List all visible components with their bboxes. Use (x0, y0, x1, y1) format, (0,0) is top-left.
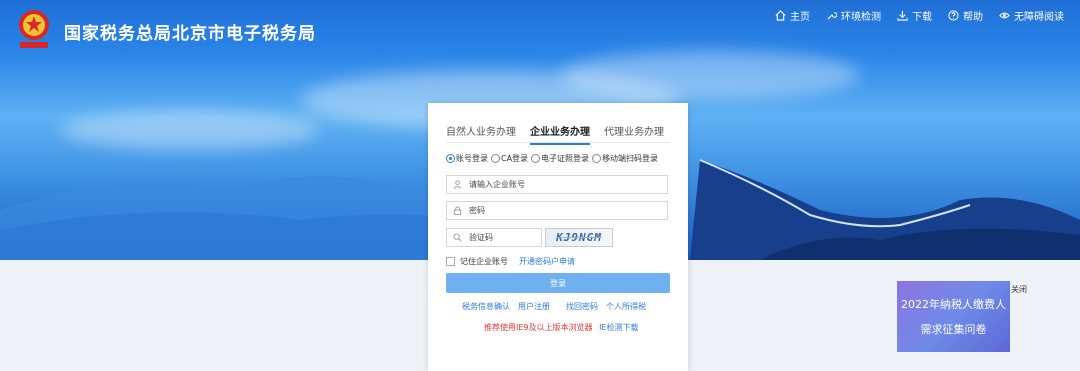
radio-dot (491, 154, 500, 163)
lock-icon (453, 206, 462, 215)
nav-download[interactable]: 下载 (897, 8, 932, 23)
download-icon (897, 10, 908, 21)
survey-close-button[interactable]: 关闭 (1011, 284, 1027, 295)
survey-line-1: 2022年纳税人缴费人 (901, 298, 1006, 311)
radio-qr-login-label: 移动端扫码登录 (602, 154, 659, 163)
nav-home[interactable]: 主页 (775, 8, 810, 23)
personal-income-tax-link[interactable]: 个人所得税 (606, 301, 646, 312)
remember-label: 记住企业账号 (460, 257, 508, 266)
radio-e-license-login-label: 电子证照登录 (541, 154, 590, 163)
login-card: 自然人业务办理 企业业务办理 代理业务办理 账号登录 CA登录 电子证照登录 移… (428, 103, 688, 371)
captcha-text: KJ9NGM (556, 231, 602, 244)
password-field (446, 201, 668, 220)
tax-info-confirm-link[interactable]: 税务信息确认 (462, 301, 510, 312)
nav-help-label: 帮助 (963, 12, 983, 23)
captcha-field (446, 228, 542, 247)
radio-ca-login-label: CA登录 (501, 154, 529, 163)
wrench-icon (827, 12, 837, 20)
tax-emblem-logo (19, 10, 49, 48)
user-icon (453, 180, 462, 189)
remember-row: 记住企业账号 开通密码户申请 (446, 256, 575, 267)
radio-dot (446, 154, 455, 163)
remember-checkbox[interactable] (446, 257, 455, 266)
radio-qr-login[interactable]: 移动端扫码登录 (592, 153, 658, 164)
nav-accessibility-label: 无障碍阅读 (1014, 12, 1064, 23)
help-icon (948, 10, 959, 21)
recover-password-link[interactable]: 找回密码 (566, 301, 598, 312)
radio-ca-login[interactable]: CA登录 (491, 153, 528, 164)
apply-password-link[interactable]: 开通密码户申请 (519, 256, 575, 267)
top-header: 国家税务总局北京市电子税务局 主页 环境检测 下载 帮助 无障碍阅读 (0, 0, 1080, 62)
radio-dot (592, 154, 602, 163)
browser-recommendation: 推荐使用IE9及以上版本浏览器 IE检测下载 (484, 322, 638, 333)
radio-account-login[interactable]: 账号登录 (446, 153, 488, 164)
radio-e-license-login[interactable]: 电子证照登录 (531, 153, 589, 164)
login-method-group: 账号登录 CA登录 电子证照登录 移动端扫码登录 (446, 153, 658, 164)
nav-home-label: 主页 (790, 12, 810, 23)
ie-check-download-link[interactable]: IE检测下载 (599, 323, 638, 332)
nav-environment-check[interactable]: 环境检测 (826, 8, 881, 23)
nav-accessibility[interactable]: 无障碍阅读 (999, 8, 1064, 23)
login-button[interactable]: 登录 (446, 273, 670, 293)
search-icon (453, 233, 462, 242)
nav-environment-check-label: 环境检测 (841, 12, 881, 23)
account-field (446, 175, 668, 194)
captcha-input[interactable] (467, 232, 531, 243)
nav-help[interactable]: 帮助 (948, 8, 983, 23)
account-input[interactable] (467, 179, 651, 190)
survey-line-2: 需求征集问卷 (920, 323, 987, 336)
password-input[interactable] (467, 205, 651, 216)
register-link[interactable]: 用户注册 (518, 301, 550, 312)
site-title: 国家税务总局北京市电子税务局 (64, 24, 316, 44)
survey-banner[interactable]: 2022年纳税人缴费人 需求征集问卷 (897, 281, 1010, 352)
captcha-image[interactable]: KJ9NGM (545, 228, 613, 247)
tab-divider (446, 142, 670, 143)
eye-icon (999, 12, 1010, 19)
radio-dot (531, 154, 541, 163)
helper-links: 税务信息确认 用户注册 找回密码 个人所得税 (462, 301, 646, 312)
top-nav: 主页 环境检测 下载 帮助 无障碍阅读 (775, 8, 1064, 23)
recommend-text: 推荐使用IE9及以上版本浏览器 (484, 323, 593, 332)
radio-account-login-label: 账号登录 (456, 154, 488, 163)
nav-download-label: 下载 (912, 12, 932, 23)
home-icon (775, 10, 786, 21)
